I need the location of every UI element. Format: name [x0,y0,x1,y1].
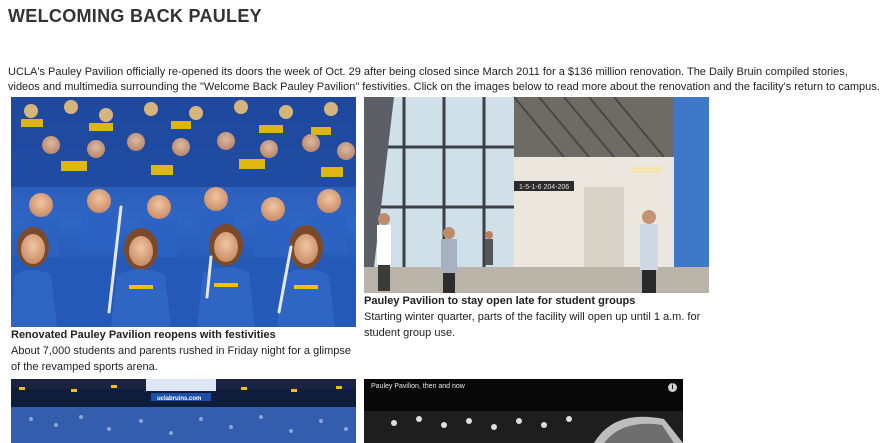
band-photo-art [11,97,356,327]
lobby-sign-text: 1-5-1-6 204-206 [519,184,569,191]
story-card-video[interactable]: Pauley Pavilion, then and now i [364,379,683,443]
arena-photo-art: uclabruins.com [11,379,356,443]
story-description: About 7,000 students and parents rushed … [11,345,351,373]
video-player[interactable]: Pauley Pavilion, then and now i [364,379,683,443]
story-card-open-late[interactable]: 1-5-1-6 204-206 Pauley Pavilion to stay … [364,97,709,341]
arena-banner-text: uclabruins.com [157,396,201,402]
story-title[interactable]: Renovated Pauley Pavilion reopens with f… [11,328,356,342]
band-photo[interactable] [11,97,356,327]
story-card-reopens[interactable]: Renovated Pauley Pavilion reopens with f… [11,97,356,375]
story-card-arena[interactable]: uclabruins.com [11,379,356,443]
story-title[interactable]: Pauley Pavilion to stay open late for st… [364,294,709,308]
video-frame-art [364,411,683,443]
lobby-photo-art: 1-5-1-6 204-206 [364,97,709,293]
lobby-photo[interactable]: 1-5-1-6 204-206 [364,97,709,293]
story-description: Starting winter quarter, parts of the fa… [364,311,701,339]
page-title: WELCOMING BACK PAULEY [8,6,262,26]
intro-paragraph: UCLA's Pauley Pavilion officially re-ope… [8,66,880,93]
arena-photo[interactable]: uclabruins.com [11,379,356,443]
